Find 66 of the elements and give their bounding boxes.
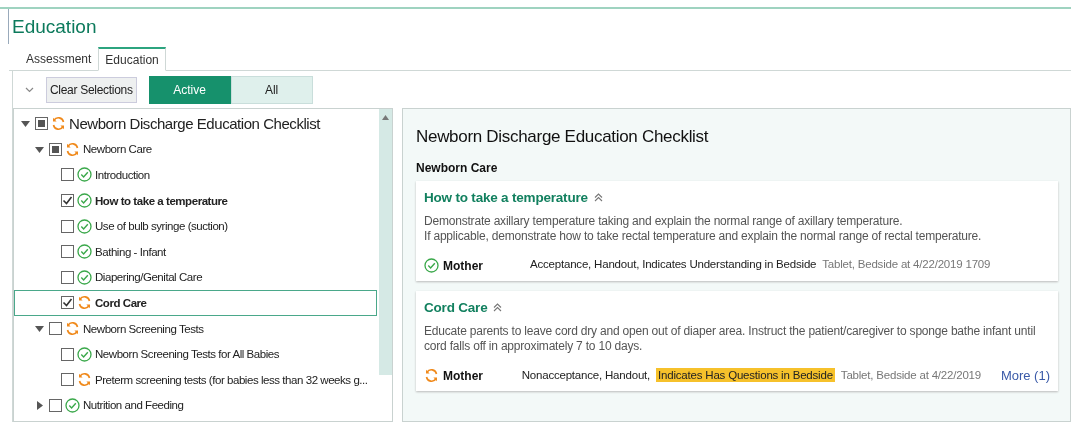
section-heading: Newborn Care: [416, 161, 499, 175]
checkbox[interactable]: [61, 296, 74, 310]
card-title: Cord Care: [424, 300, 488, 315]
tree-row[interactable]: Newborn Discharge Education Checklist: [14, 111, 377, 137]
filter-toggle[interactable]: All: [230, 76, 313, 104]
filter-toggle[interactable]: Active: [148, 76, 231, 104]
checkbox[interactable]: [61, 219, 74, 233]
tree-item-label[interactable]: Newborn Screening Tests for All Babies: [95, 348, 280, 361]
tree-item-label[interactable]: Newborn Discharge Education Checklist: [69, 115, 320, 133]
tree-row[interactable]: How to take a temperature: [14, 187, 377, 214]
window-title: Education: [8, 9, 1071, 44]
tree-row[interactable]: Introduction: [14, 162, 377, 188]
card-title: How to take a temperature: [424, 190, 588, 205]
checkbox[interactable]: [61, 270, 74, 284]
checkbox[interactable]: [61, 373, 74, 387]
checkbox[interactable]: [49, 322, 62, 336]
tree-row[interactable]: Newborn Screening Tests for All Babies: [14, 341, 377, 367]
tree-row[interactable]: Use of bulb syringe (suction): [14, 213, 377, 239]
tree-item-label[interactable]: Preterm screening tests (for babies less than 32 weeks g...: [95, 373, 368, 386]
expander-icon[interactable]: [35, 324, 44, 334]
tree-item-label[interactable]: How to take a temperature: [95, 194, 228, 207]
checkbox[interactable]: [61, 245, 74, 259]
more-link[interactable]: More (1): [1000, 368, 1050, 383]
tree-row[interactable]: Bathing - Infant: [14, 238, 377, 265]
response-meta: Tablet, Bedside at 4/22/2019: [840, 369, 981, 381]
checkbox[interactable]: [49, 398, 62, 412]
collapse-icon[interactable]: [593, 193, 603, 202]
checkbox[interactable]: [61, 194, 74, 208]
tab[interactable]: Assessment: [19, 47, 99, 70]
scroll-up-icon[interactable]: [382, 115, 389, 120]
tree-row[interactable]: Nutrition and Feeding: [14, 392, 377, 419]
tree-item-label[interactable]: Cord Care: [95, 296, 147, 309]
tree-item-label[interactable]: Nutrition and Feeding: [83, 399, 184, 412]
tree-row[interactable]: Newborn Screening Tests: [14, 315, 377, 342]
tree-item-label[interactable]: Newborn Screening Tests: [83, 322, 204, 335]
caret-icon[interactable]: [25, 87, 34, 93]
description-text: Educate parents to leave cord dry and open out of diaper area. Instruct the patient/caregiver to sponge bathe infant until cord falls off in approximately 7 to 10 days.: [424, 324, 1037, 354]
description-text: Demonstrate axillary temperature taking and explain the normal range of axillary temperature.: [424, 214, 904, 229]
tree-row[interactable]: Preterm screening tests (for babies less than 32 weeks g...: [14, 366, 377, 393]
clear-selections-button[interactable]: Clear Selections: [46, 77, 137, 103]
learner-name: Mother: [443, 368, 483, 383]
checkbox[interactable]: [49, 142, 62, 156]
tree-row[interactable]: Cord Care: [14, 290, 377, 316]
tree-item-label[interactable]: Diapering/Genital Care: [95, 271, 203, 284]
learner-name: Mother: [443, 258, 483, 273]
checkbox[interactable]: [61, 168, 74, 182]
collapse-icon[interactable]: [493, 303, 503, 312]
tree-row[interactable]: Newborn Care: [14, 136, 377, 163]
tab[interactable]: Education: [98, 47, 166, 71]
response-text: Nonacceptance, Handout,: [521, 369, 651, 381]
response-text: Acceptance, Handout, Indicates Understanding in Bedside: [530, 258, 817, 270]
response-meta: Tablet, Bedside at 4/22/2019 1709: [822, 258, 991, 270]
expander-icon[interactable]: [35, 144, 44, 154]
highlighted-response: Indicates Has Questions in Bedside: [656, 368, 835, 382]
scrollbar[interactable]: [379, 109, 392, 375]
tree-item-label[interactable]: Bathing - Infant: [95, 245, 166, 258]
expander-icon[interactable]: [21, 119, 30, 129]
detail-heading: Newborn Discharge Education Checklist: [416, 127, 710, 147]
tree-item-label[interactable]: Newborn Care: [83, 143, 152, 156]
checkbox[interactable]: [61, 347, 74, 361]
tree-row[interactable]: Diapering/Genital Care: [14, 264, 377, 291]
expander-icon[interactable]: [35, 400, 44, 410]
tree-item-label[interactable]: Introduction: [95, 169, 150, 181]
description-text: If applicable, demonstrate how to take rectal temperature and explain the normal range of rectal temperature.: [424, 229, 983, 244]
tree-item-label[interactable]: Use of bulb syringe (suction): [95, 220, 228, 233]
checkbox[interactable]: [35, 117, 48, 131]
